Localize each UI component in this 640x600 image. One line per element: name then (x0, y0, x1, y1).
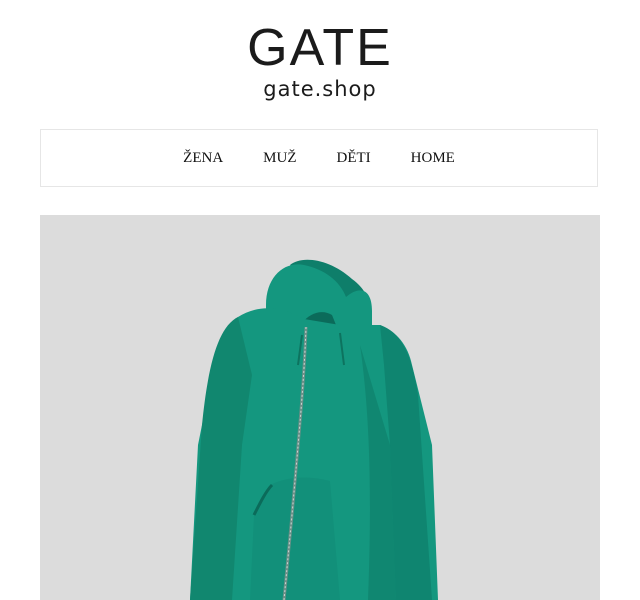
email-page: GATE gate.shop ŽENA MUŽ DĚTI HOME (0, 0, 640, 600)
brand-domain[interactable]: gate.shop (0, 76, 640, 102)
nav-item-home[interactable]: HOME (411, 150, 455, 167)
hoodie-illustration (190, 259, 438, 600)
hero-banner[interactable] (40, 215, 600, 600)
header-logo[interactable]: GATE gate.shop (0, 0, 640, 120)
main-navigation: ŽENA MUŽ DĚTI HOME (40, 129, 598, 187)
hero-product-image[interactable] (40, 215, 600, 600)
brand-logo[interactable]: GATE (0, 22, 640, 74)
nav-item-zena[interactable]: ŽENA (183, 150, 223, 167)
nav-item-muz[interactable]: MUŽ (263, 150, 296, 167)
nav-item-deti[interactable]: DĚTI (337, 150, 371, 167)
